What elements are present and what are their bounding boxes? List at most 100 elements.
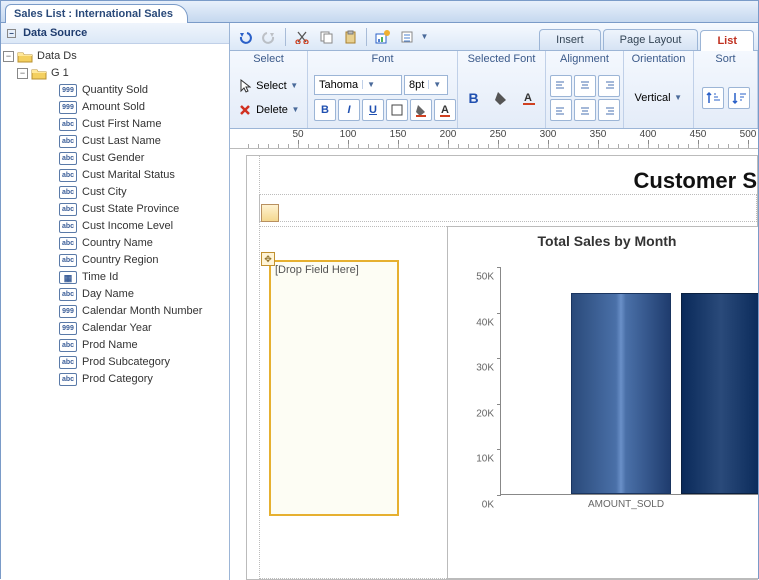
selected-color-button[interactable]: A [519, 87, 541, 109]
italic-button[interactable]: I [338, 99, 360, 121]
text-field-icon: abc [59, 220, 77, 233]
chart-body: 0K10K20K30K40K50K AMOUNT_SOLD [458, 257, 758, 578]
tree-root[interactable]: − Data Ds [3, 48, 227, 65]
text-field-icon: abc [59, 186, 77, 199]
select-button[interactable]: Select ▼ [232, 75, 304, 97]
window-title: Sales List : International Sales [5, 4, 188, 23]
tree-field[interactable]: abc Cust First Name [3, 116, 227, 133]
orientation-button[interactable]: Vertical ▼ [629, 89, 687, 107]
tree-field[interactable]: abcProd Subcategory [3, 354, 227, 371]
tree-item-label: Prod Category [82, 371, 153, 388]
bold-button[interactable]: B [314, 99, 336, 121]
chart-title: Total Sales by Month [448, 227, 758, 255]
tree-item-label: Cust Last Name [82, 133, 161, 150]
svg-text:A: A [441, 104, 449, 116]
table-icon[interactable] [261, 204, 279, 222]
text-field-icon: abc [59, 135, 77, 148]
tree-item-label: Cust State Province [82, 201, 179, 218]
collapse-icon[interactable]: − [3, 51, 14, 62]
tree-item-label: Country Region [82, 252, 158, 269]
align-bottom-center-button[interactable] [574, 99, 596, 121]
sort-desc-button[interactable] [728, 87, 750, 109]
ribbon-group-sort: Sort [694, 51, 758, 128]
ribbon-group-selected-font: Selected Font B A [458, 51, 546, 128]
text-field-icon: abc [59, 118, 77, 131]
paste-button[interactable] [339, 26, 361, 48]
tab-insert[interactable]: Insert [539, 29, 601, 50]
svg-text:A: A [524, 92, 532, 104]
align-top-left-button[interactable] [550, 75, 572, 97]
redo-button[interactable] [258, 26, 280, 48]
underline-button[interactable]: U [362, 99, 384, 121]
tree-field[interactable]: abcProd Category [3, 371, 227, 388]
tree-field[interactable]: abcProd Name [3, 337, 227, 354]
number-field-icon: 999 [59, 305, 77, 318]
tree-field[interactable]: ▦Time Id [3, 269, 227, 286]
tree-field[interactable]: abc Cust City [3, 184, 227, 201]
tree-field[interactable]: abcCust Gender [3, 150, 227, 167]
tree-field[interactable]: abcDay Name [3, 286, 227, 303]
font-size-combo[interactable]: 8pt▼ [404, 75, 448, 95]
cursor-icon [237, 78, 253, 94]
collapse-icon[interactable]: − [17, 68, 28, 79]
undo-button[interactable] [234, 26, 256, 48]
ribbon-group-orientation: Orientation Vertical ▼ [624, 51, 694, 128]
number-field-icon: 999 [59, 101, 77, 114]
tree-field[interactable]: abc Country Region [3, 252, 227, 269]
drop-field-region[interactable]: ✥ [Drop Field Here] [269, 260, 399, 516]
align-bottom-right-button[interactable] [598, 99, 620, 121]
tree-field[interactable]: 999Quantity Sold [3, 82, 227, 99]
ribbon-group-font: Font Tahoma▼ 8pt▼ B I U A [308, 51, 458, 128]
dropdown-arrow-icon: ▼ [290, 81, 299, 90]
tree-field[interactable]: 999Amount Sold [3, 99, 227, 116]
quick-toolbar: ▼ Insert Page Layout List [230, 23, 758, 51]
dropdown-arrow-icon[interactable]: ▼ [420, 32, 429, 41]
tree-field[interactable]: abcCust State Province [3, 201, 227, 218]
chart-panel[interactable]: Total Sales by Month 0K10K20K30K40K50K A… [447, 226, 758, 579]
fill-color-button[interactable] [410, 99, 432, 121]
align-top-right-button[interactable] [598, 75, 620, 97]
chart-plot-area: AMOUNT_SOLD [500, 267, 758, 495]
workspace: ▼ Insert Page Layout List Select Select … [230, 23, 758, 580]
design-canvas[interactable]: Customer S ✥ [Drop Field Here] Total Sal… [230, 149, 758, 580]
tree-field[interactable]: abcCust Marital Status [3, 167, 227, 184]
tree-item-label: Cust City [82, 184, 127, 201]
tree-field[interactable]: 999Calendar Year [3, 320, 227, 337]
text-field-icon: abc [59, 237, 77, 250]
font-color-button[interactable]: A [434, 99, 456, 121]
tree-field[interactable]: 999 Calendar Month Number [3, 303, 227, 320]
cut-button[interactable] [291, 26, 313, 48]
tree-field[interactable]: abcCust Income Level [3, 218, 227, 235]
tree-item-label: Calendar Year [82, 320, 152, 337]
tree-item-label: Prod Name [82, 337, 138, 354]
tree-item-label: Cust Gender [82, 150, 144, 167]
border-button[interactable] [386, 99, 408, 121]
dropdown-arrow-icon: ▼ [674, 93, 683, 102]
copy-button[interactable] [315, 26, 337, 48]
options-button[interactable] [396, 26, 418, 48]
report-title[interactable]: Customer S [634, 168, 757, 194]
align-bottom-left-button[interactable] [550, 99, 572, 121]
tree-field[interactable]: abc Cust Last Name [3, 133, 227, 150]
chart-bar [571, 293, 671, 494]
tree-item-label: G 1 [51, 65, 69, 82]
text-field-icon: abc [59, 254, 77, 267]
font-name-combo[interactable]: Tahoma▼ [314, 75, 402, 95]
move-handle-icon[interactable]: ✥ [261, 252, 275, 266]
sort-asc-button[interactable] [702, 87, 724, 109]
tab-list[interactable]: List [700, 30, 754, 51]
selected-fill-button[interactable] [491, 87, 513, 109]
delete-button[interactable]: Delete ▼ [232, 99, 305, 121]
tree-group[interactable]: − G 1 [3, 65, 227, 82]
tree-item-label: Calendar Month Number [82, 303, 202, 320]
selected-bold-button[interactable]: B [463, 87, 485, 109]
insert-component-button[interactable] [372, 26, 394, 48]
tree-item-label: Cust First Name [82, 116, 161, 133]
text-field-icon: abc [59, 288, 77, 301]
drop-field-hint: [Drop Field Here] [271, 262, 397, 278]
tab-page-layout[interactable]: Page Layout [603, 29, 699, 50]
data-source-tree[interactable]: − Data Ds − G 1 999Quantity Sold999Amoun… [1, 44, 229, 392]
align-top-center-button[interactable] [574, 75, 596, 97]
number-field-icon: 999 [59, 84, 77, 97]
tree-field[interactable]: abcCountry Name [3, 235, 227, 252]
